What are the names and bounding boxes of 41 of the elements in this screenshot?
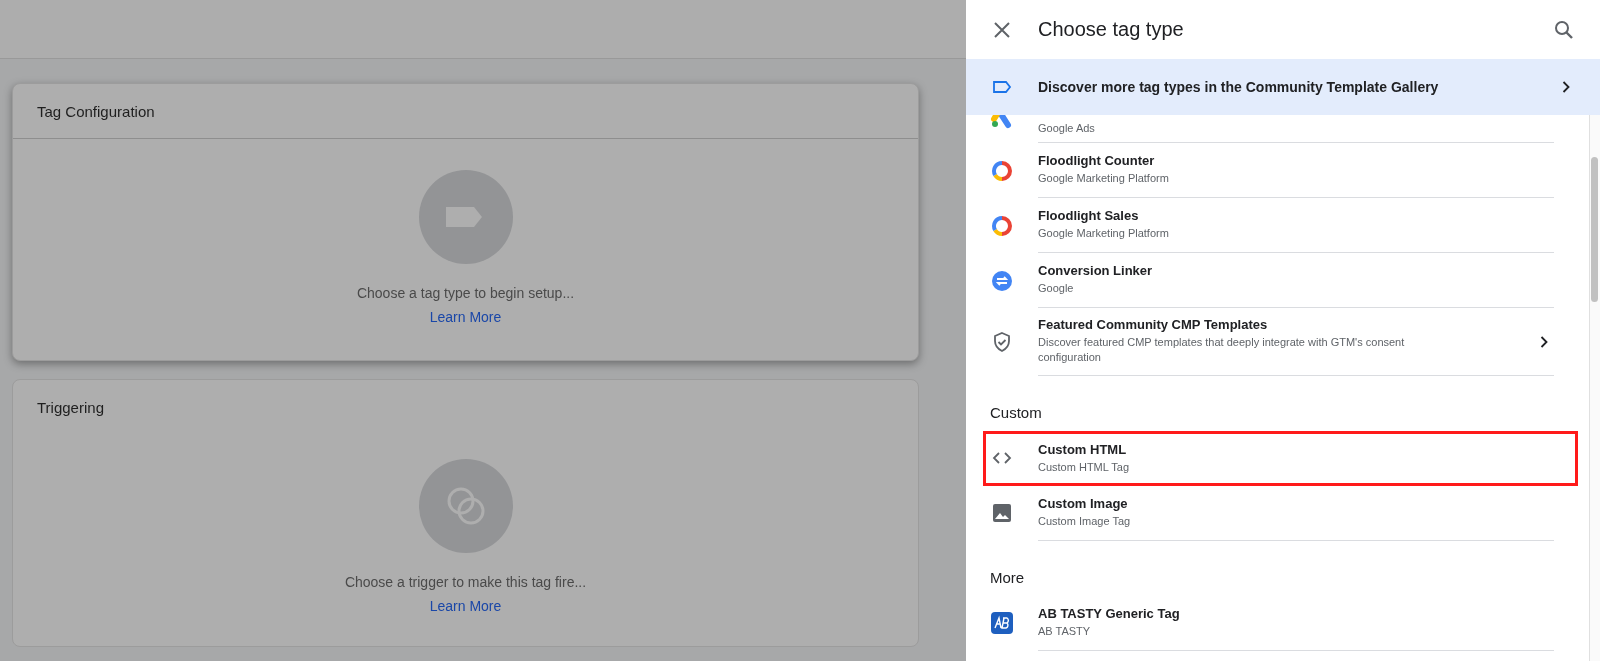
- item-subtitle: Google: [1038, 281, 1075, 297]
- swap-arrows-icon: [990, 268, 1014, 293]
- item-title: Conversion Linker: [1038, 263, 1154, 279]
- learn-more-link[interactable]: Learn More: [429, 309, 502, 325]
- triangle-logo-icon: [990, 115, 1014, 129]
- tag-type-item[interactable]: Floodlight Counter Google Marketing Platform: [966, 143, 1578, 198]
- ring-logo-icon: [990, 213, 1014, 238]
- panel-title: Choose tag type: [1038, 18, 1185, 41]
- item-subtitle: Google Ads: [1038, 120, 1096, 136]
- section-heading: Custom: [989, 402, 1043, 423]
- community-gallery-banner[interactable]: Discover more tag types in the Community Template Gallery: [966, 59, 1600, 115]
- item-title: Featured Community CMP Templates: [1038, 317, 1269, 332]
- empty-state-message: Choose a tag type to begin setup...: [356, 285, 575, 301]
- item-subtitle: Discover featured CMP templates that deeply integrate with GTM's consent configuration: [1038, 335, 1406, 366]
- item-title: Floodlight Counter: [1038, 153, 1156, 169]
- item-subtitle: Custom HTML Tag: [1038, 459, 1131, 475]
- tag-type-item[interactable]: Featured Community CMP Templates Discover featured CMP templates that deeply integrate with GTM's consent configuration: [966, 308, 1578, 376]
- item-subtitle: AB TASTY: [1038, 624, 1092, 640]
- empty-state-message: Choose a trigger to make this tag fire...: [344, 574, 587, 590]
- overlapping-circles-icon: [417, 458, 514, 554]
- card-title: Tag Configuration: [37, 102, 155, 120]
- tag-type-item[interactable]: Custom HTML Custom HTML Tag: [983, 430, 1578, 486]
- item-title: Custom HTML: [1038, 441, 1128, 457]
- ring-logo-icon: [990, 158, 1014, 183]
- learn-more-link[interactable]: Learn More: [429, 598, 502, 614]
- section-heading: More: [989, 567, 1026, 588]
- ab-logo-icon: [990, 611, 1014, 636]
- item-title: AB TASTY Generic Tag: [1038, 606, 1181, 622]
- item-subtitle: Google Marketing Platform: [1038, 171, 1170, 187]
- tag-type-item[interactable]: Floodlight Sales Google Marketing Platform: [966, 198, 1578, 253]
- tag-type-item[interactable]: Custom Image Custom Image Tag: [966, 485, 1578, 541]
- item-title: Floodlight Sales: [1038, 208, 1140, 224]
- item-title: Custom Image: [1038, 496, 1129, 512]
- item-subtitle: Google Marketing Platform: [1038, 226, 1170, 242]
- tag-icon: [417, 169, 514, 265]
- tag-type-item[interactable]: AB TASTY Generic Tag AB TASTY: [966, 595, 1578, 651]
- tag-type-item[interactable]: Conversion Linker Google: [966, 253, 1578, 308]
- tag-type-item[interactable]: Google Ads: [966, 115, 1578, 143]
- card-title: Triggering: [37, 398, 104, 416]
- item-subtitle: Custom Image Tag: [1038, 514, 1132, 530]
- scrollbar[interactable]: [1589, 115, 1600, 661]
